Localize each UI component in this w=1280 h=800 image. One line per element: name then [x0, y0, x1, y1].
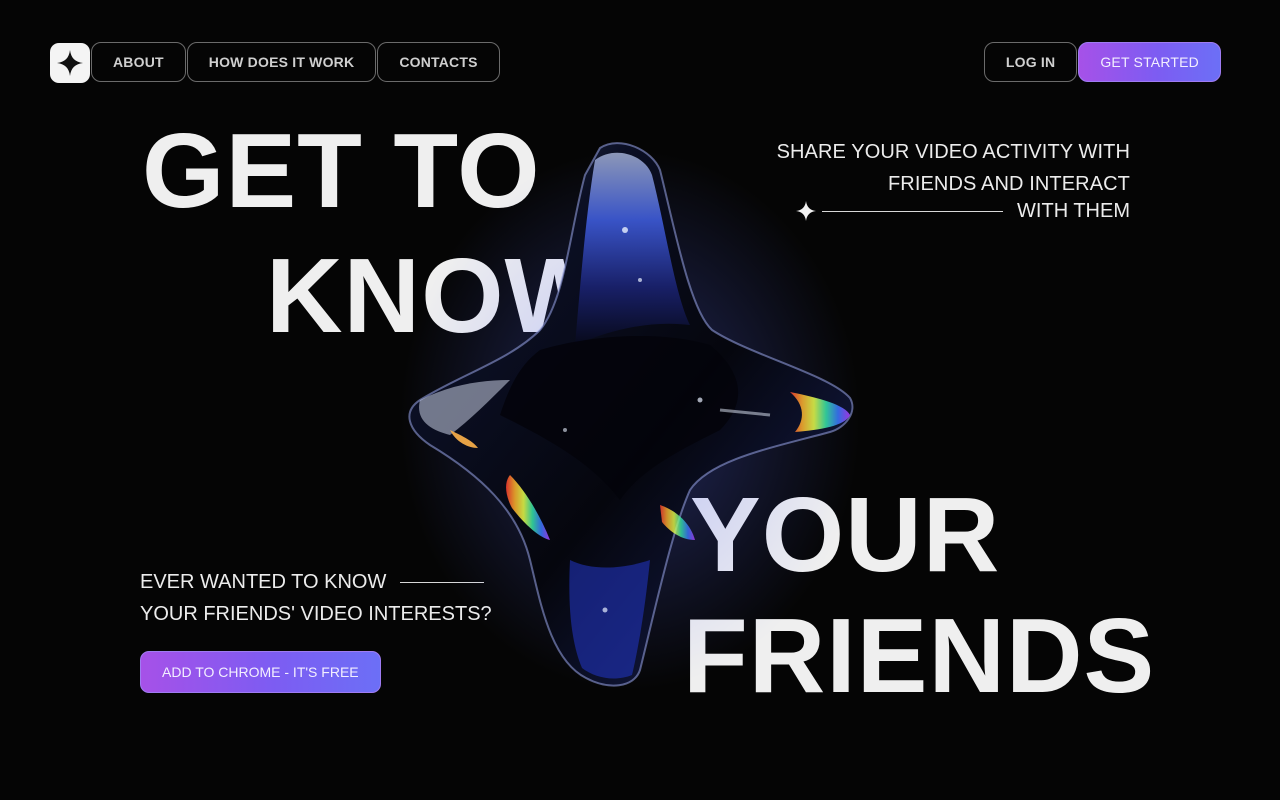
- landing-page: ABOUT HOW DOES IT WORK CONTACTS LOG IN G…: [0, 0, 1280, 800]
- sparkle-star-icon: [57, 50, 83, 76]
- main-nav: ABOUT HOW DOES IT WORK CONTACTS: [91, 42, 500, 82]
- get-started-button[interactable]: GET STARTED: [1078, 42, 1221, 82]
- hero-glass-star-image: [390, 130, 870, 700]
- login-button[interactable]: LOG IN: [983, 42, 1078, 82]
- auth-nav: LOG IN GET STARTED: [983, 42, 1221, 82]
- nav-about-button[interactable]: ABOUT: [91, 42, 186, 82]
- nav-contacts-button[interactable]: CONTACTS: [377, 42, 500, 82]
- logo-button[interactable]: [50, 43, 90, 83]
- add-to-chrome-button[interactable]: ADD TO CHROME - IT'S FREE: [140, 651, 381, 693]
- question-line-1: EVER WANTED TO KNOW: [140, 571, 387, 593]
- tagline-line-3: WITH THEM: [1017, 200, 1130, 222]
- nav-how-it-works-button[interactable]: HOW DOES IT WORK: [186, 42, 377, 82]
